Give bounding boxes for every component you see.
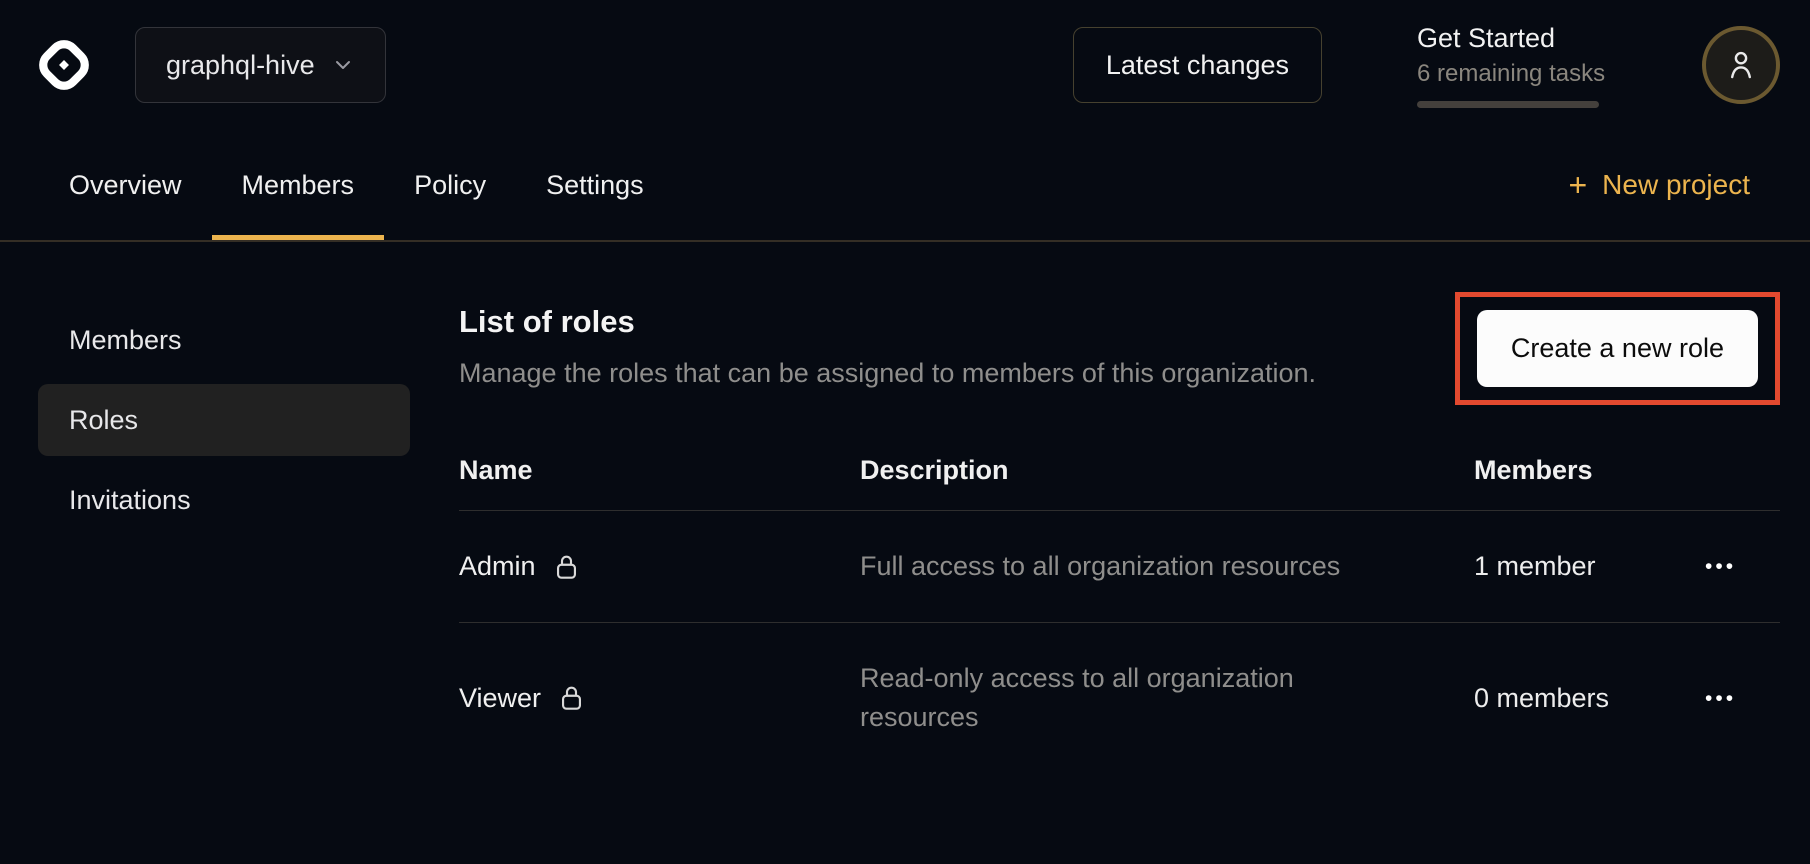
create-new-role-button[interactable]: Create a new role xyxy=(1477,310,1758,387)
tab-policy[interactable]: Policy xyxy=(384,130,516,240)
user-icon xyxy=(1724,46,1758,84)
role-members-count: 0 members xyxy=(1474,683,1705,714)
table-header-row: Name Description Members xyxy=(459,447,1780,511)
row-menu-ellipsis-icon[interactable]: ••• xyxy=(1705,550,1780,583)
annotation-highlight: Create a new role xyxy=(1455,292,1780,405)
roles-table: Name Description Members Admin Full acce… xyxy=(459,447,1780,773)
tab-members[interactable]: Members xyxy=(212,130,385,240)
role-name: Admin xyxy=(459,551,536,582)
get-started-widget[interactable]: Get Started 6 remaining tasks xyxy=(1417,23,1607,108)
sidebar-item-members[interactable]: Members xyxy=(38,304,410,376)
members-sidebar: Members Roles Invitations xyxy=(38,304,410,773)
new-project-button[interactable]: + New project xyxy=(1568,130,1750,240)
role-name-cell: Admin xyxy=(459,551,860,582)
role-description: Full access to all organization resource… xyxy=(860,547,1474,586)
row-menu-ellipsis-icon[interactable]: ••• xyxy=(1705,682,1780,715)
sidebar-item-roles[interactable]: Roles xyxy=(38,384,410,456)
sidebar-item-invitations[interactable]: Invitations xyxy=(38,464,410,536)
column-header-description: Description xyxy=(860,455,1474,486)
table-row: Admin Full access to all organization re… xyxy=(459,511,1780,623)
plus-icon: + xyxy=(1568,169,1587,201)
hive-logo-icon xyxy=(35,33,93,97)
get-started-progress-bar xyxy=(1417,101,1599,108)
get-started-remaining: 6 remaining tasks xyxy=(1417,60,1607,88)
latest-changes-button[interactable]: Latest changes xyxy=(1073,27,1322,103)
roles-header: List of roles Manage the roles that can … xyxy=(459,304,1780,405)
new-project-label: New project xyxy=(1602,169,1750,201)
roles-header-text: List of roles Manage the roles that can … xyxy=(459,304,1316,389)
user-avatar[interactable] xyxy=(1702,26,1780,104)
role-name: Viewer xyxy=(459,683,541,714)
content-area: Members Roles Invitations List of roles … xyxy=(0,242,1810,773)
role-name-cell: Viewer xyxy=(459,683,860,714)
column-header-name: Name xyxy=(459,455,860,486)
page-subtitle: Manage the roles that can be assigned to… xyxy=(459,358,1316,389)
roles-main-panel: List of roles Manage the roles that can … xyxy=(459,304,1780,773)
get-started-title: Get Started xyxy=(1417,23,1607,54)
tab-overview[interactable]: Overview xyxy=(39,130,212,240)
role-members-count: 1 member xyxy=(1474,551,1705,582)
table-row: Viewer Read-only access to all organizat… xyxy=(459,623,1780,773)
role-description: Read-only access to all organization res… xyxy=(860,659,1474,737)
page-title: List of roles xyxy=(459,304,1316,340)
lock-icon xyxy=(553,552,580,582)
org-selector-button[interactable]: graphql-hive xyxy=(135,27,386,103)
top-header: graphql-hive Latest changes Get Started … xyxy=(0,0,1810,130)
lock-icon xyxy=(558,683,585,713)
column-header-members: Members xyxy=(1474,455,1705,486)
chevron-down-icon xyxy=(331,53,355,77)
org-name: graphql-hive xyxy=(166,50,315,81)
org-tabbar: Overview Members Policy Settings + New p… xyxy=(0,130,1810,242)
tab-settings[interactable]: Settings xyxy=(516,130,674,240)
